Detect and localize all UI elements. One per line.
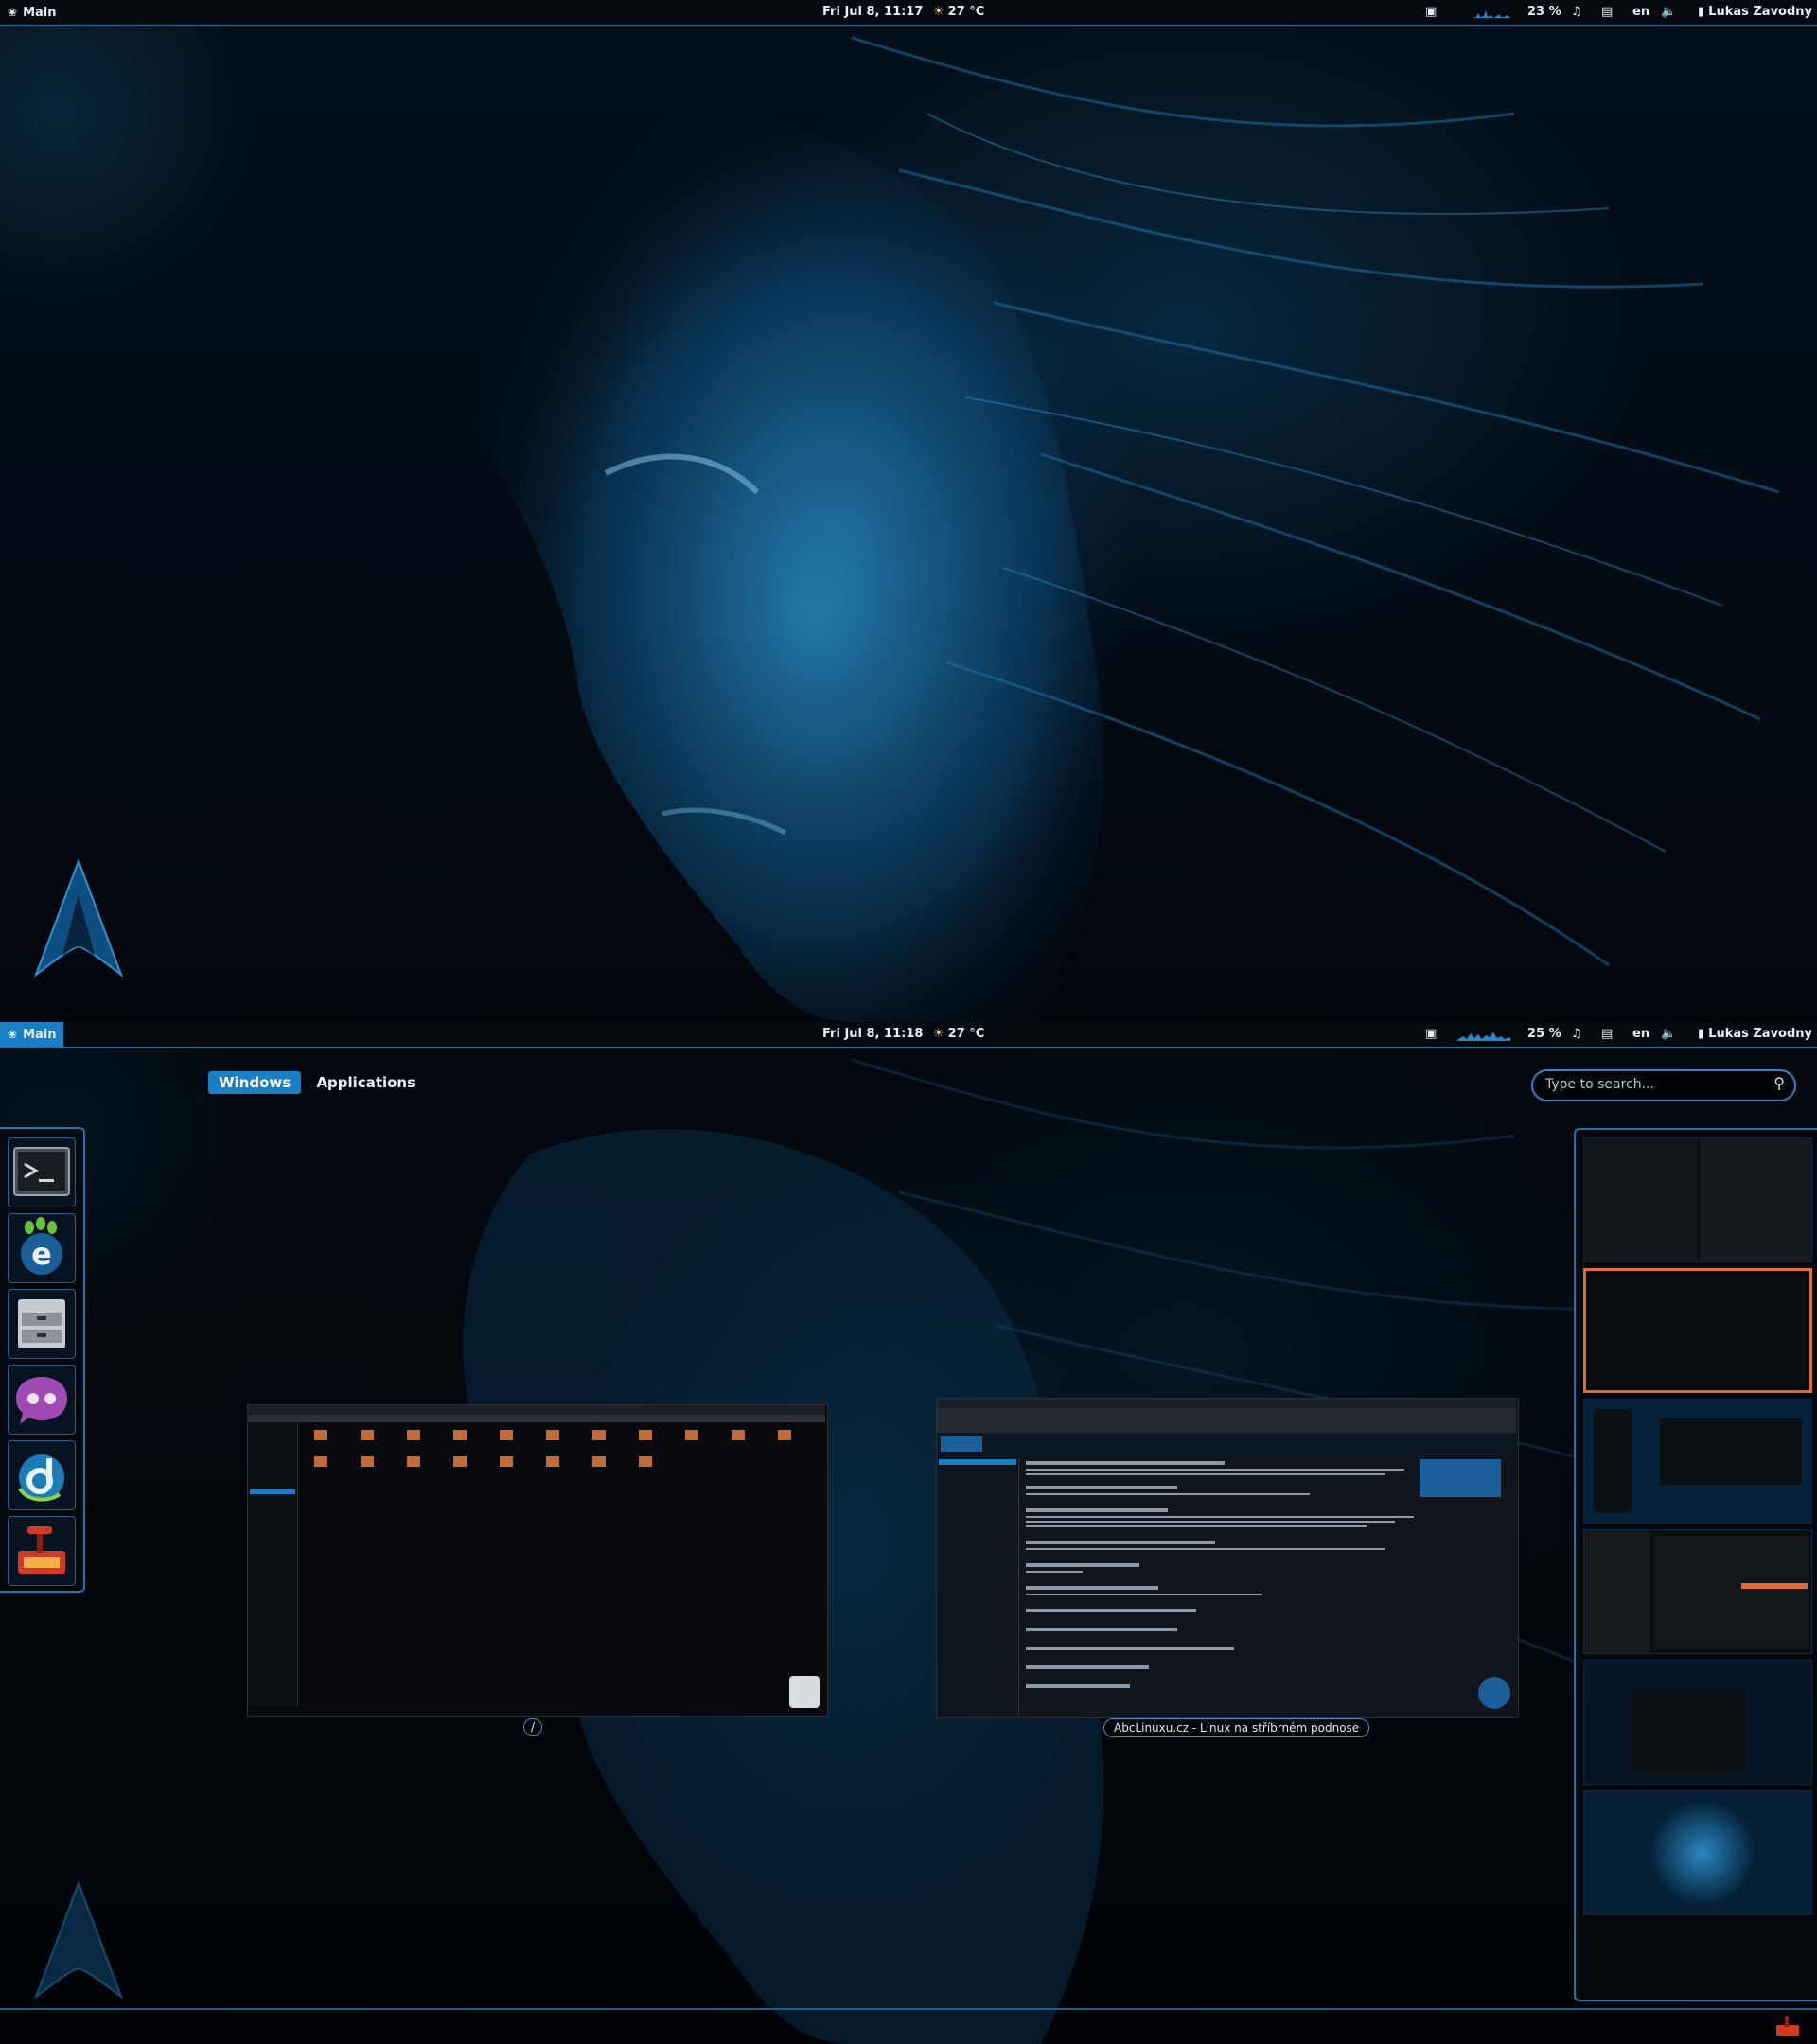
clock[interactable]: Fri Jul 8, 11:17 bbox=[822, 0, 923, 25]
overview-top-panel: ❀ Main Fri Jul 8, 11:18 ☀ 27 °C ▣ 25 % ♫ ▤… bbox=[0, 1022, 1817, 1048]
file-manager-icon bbox=[18, 1299, 65, 1348]
search-input[interactable]: Type to search... bbox=[1545, 1077, 1654, 1092]
window-app-icon bbox=[1478, 1677, 1510, 1709]
dash-item-files[interactable] bbox=[8, 1289, 76, 1359]
ws-window-b bbox=[1654, 1536, 1809, 1649]
workspace-switcher bbox=[1574, 1128, 1817, 2001]
ws-window-b bbox=[1660, 1418, 1802, 1485]
chat-status-icon: ▮ bbox=[1698, 1027, 1705, 1041]
overview-tabs: Windows Applications bbox=[208, 1071, 426, 1094]
window-menubar bbox=[248, 1405, 825, 1415]
bottom-edge bbox=[0, 2008, 1817, 2010]
tab-windows[interactable]: Windows bbox=[208, 1071, 302, 1094]
sidebar-heading bbox=[939, 1459, 1016, 1465]
window-file-manager[interactable] bbox=[247, 1404, 828, 1717]
user-name: Lukas Zavodny bbox=[1708, 1027, 1813, 1041]
keyboard-layout[interactable]: en bbox=[1632, 0, 1649, 25]
ws-window-a bbox=[1594, 1409, 1632, 1513]
browser-toolbar bbox=[937, 1408, 1516, 1433]
folder-icons-grid bbox=[314, 1430, 791, 1467]
top-panel: ❀ Main Fri Jul 8, 11:17 ☀ 27 °C ▣ 23 % ♫ ▤… bbox=[0, 0, 1817, 26]
deluge-torrent-icon bbox=[18, 1454, 64, 1502]
chat-status-icon: ▮ bbox=[1698, 5, 1705, 19]
weather-label: 27 °C bbox=[947, 5, 985, 19]
dash-item-synaptic[interactable] bbox=[8, 1516, 76, 1586]
volume-icon[interactable]: 🔈 bbox=[1661, 0, 1676, 25]
page-article-lines bbox=[1026, 1459, 1501, 1688]
message-tray-synaptic-icon[interactable] bbox=[1773, 2014, 1802, 2038]
weather-indicator[interactable]: ☀ 27 °C bbox=[933, 0, 984, 25]
dash-item-torrent[interactable] bbox=[8, 1440, 76, 1510]
empathy-chat-icon bbox=[16, 1377, 67, 1424]
weather-label: 27 °C bbox=[947, 1027, 985, 1041]
music-icon[interactable]: ♫ bbox=[1571, 1022, 1582, 1047]
ws-wallpaper-face bbox=[1650, 1801, 1755, 1905]
synaptic-package-icon bbox=[18, 1526, 65, 1574]
places-sidebar bbox=[248, 1422, 298, 1706]
site-logo bbox=[941, 1436, 982, 1452]
cpu-graph-icon[interactable] bbox=[1473, 0, 1510, 25]
window-app-icon bbox=[789, 1676, 820, 1708]
ws-window bbox=[1632, 1689, 1745, 1774]
activities-button-active[interactable]: ❀ Main bbox=[0, 1022, 64, 1047]
volume-icon[interactable]: 🔈 bbox=[1661, 1022, 1676, 1047]
workspace-4[interactable] bbox=[1583, 1529, 1812, 1654]
wallpaper-art bbox=[463, 36, 1780, 1022]
search-field[interactable]: Type to search... ⚲ bbox=[1531, 1069, 1796, 1101]
activities-label: Main bbox=[23, 1028, 57, 1042]
page-header bbox=[937, 1433, 1516, 1457]
window-browser[interactable] bbox=[936, 1398, 1519, 1718]
workspace-2-active[interactable] bbox=[1583, 1268, 1812, 1393]
svg-text:e: e bbox=[31, 1236, 52, 1272]
ws-window-a bbox=[1584, 1530, 1650, 1653]
workspace-6[interactable] bbox=[1583, 1790, 1812, 1915]
dash-item-terminal[interactable] bbox=[8, 1137, 76, 1207]
weather-indicator[interactable]: ☀ 27 °C bbox=[933, 1022, 984, 1047]
activities-label: Main bbox=[23, 6, 57, 20]
clock[interactable]: Fri Jul 8, 11:18 bbox=[822, 1022, 923, 1047]
user-menu[interactable]: ▮ Lukas Zavodny bbox=[1698, 1022, 1812, 1047]
screenshot-icon[interactable]: ▣ bbox=[1425, 1022, 1437, 1047]
workspace-1[interactable] bbox=[1583, 1137, 1812, 1262]
epiphany-browser-icon: e bbox=[21, 1217, 62, 1275]
tab-applications[interactable]: Applications bbox=[306, 1071, 426, 1094]
activities-button[interactable]: ❀ Main bbox=[0, 0, 63, 25]
gnome-foot-icon: ❀ bbox=[8, 1028, 18, 1041]
sidebar-selection bbox=[250, 1489, 295, 1494]
user-name: Lukas Zavodny bbox=[1708, 5, 1813, 19]
dash: e bbox=[0, 1127, 85, 1593]
workspace-5[interactable] bbox=[1583, 1660, 1812, 1785]
ws-terminal-left bbox=[1584, 1138, 1698, 1261]
cpu-usage[interactable]: 23 % bbox=[1527, 0, 1561, 25]
search-icon[interactable]: ⚲ bbox=[1773, 1074, 1785, 1092]
window-toolbar bbox=[248, 1415, 825, 1422]
terminal-icon bbox=[13, 1147, 70, 1196]
weather-sun-icon: ☀ bbox=[933, 5, 944, 19]
arch-logo bbox=[33, 858, 124, 978]
ws-file-manager bbox=[1590, 1275, 1806, 1386]
cpu-usage[interactable]: 25 % bbox=[1527, 1022, 1561, 1047]
clipboard-icon[interactable]: ▤ bbox=[1601, 1022, 1613, 1047]
ws-highlight bbox=[1741, 1583, 1808, 1589]
window-caption-file-manager[interactable]: / bbox=[523, 1718, 543, 1736]
dash-item-chat[interactable] bbox=[8, 1365, 76, 1435]
music-icon[interactable]: ♫ bbox=[1571, 0, 1582, 25]
gnome-foot-icon: ❀ bbox=[8, 6, 18, 19]
clipboard-icon[interactable]: ▤ bbox=[1601, 0, 1613, 25]
keyboard-layout[interactable]: en bbox=[1632, 1022, 1649, 1047]
arch-logo-dimmed bbox=[33, 1880, 124, 2000]
user-menu[interactable]: ▮ Lukas Zavodny bbox=[1698, 0, 1812, 25]
window-titlebar bbox=[937, 1399, 1516, 1408]
window-caption-browser[interactable]: AbcLinuxu.cz - Linux na stříbrném podnos… bbox=[1103, 1718, 1370, 1737]
workspace-3[interactable] bbox=[1583, 1399, 1812, 1524]
ws-terminal-right bbox=[1700, 1138, 1811, 1261]
dash-item-browser[interactable]: e bbox=[8, 1213, 76, 1283]
weather-sun-icon: ☀ bbox=[933, 1027, 944, 1041]
wallpaper bbox=[0, 0, 1817, 1022]
cpu-graph-icon[interactable] bbox=[1457, 1022, 1510, 1047]
page-sidebar bbox=[937, 1457, 1019, 1715]
desktop-screen: ❀ Main Fri Jul 8, 11:17 ☀ 27 °C ▣ 23 % ♫ ▤… bbox=[0, 0, 1817, 1022]
screenshot-icon[interactable]: ▣ bbox=[1425, 0, 1437, 25]
